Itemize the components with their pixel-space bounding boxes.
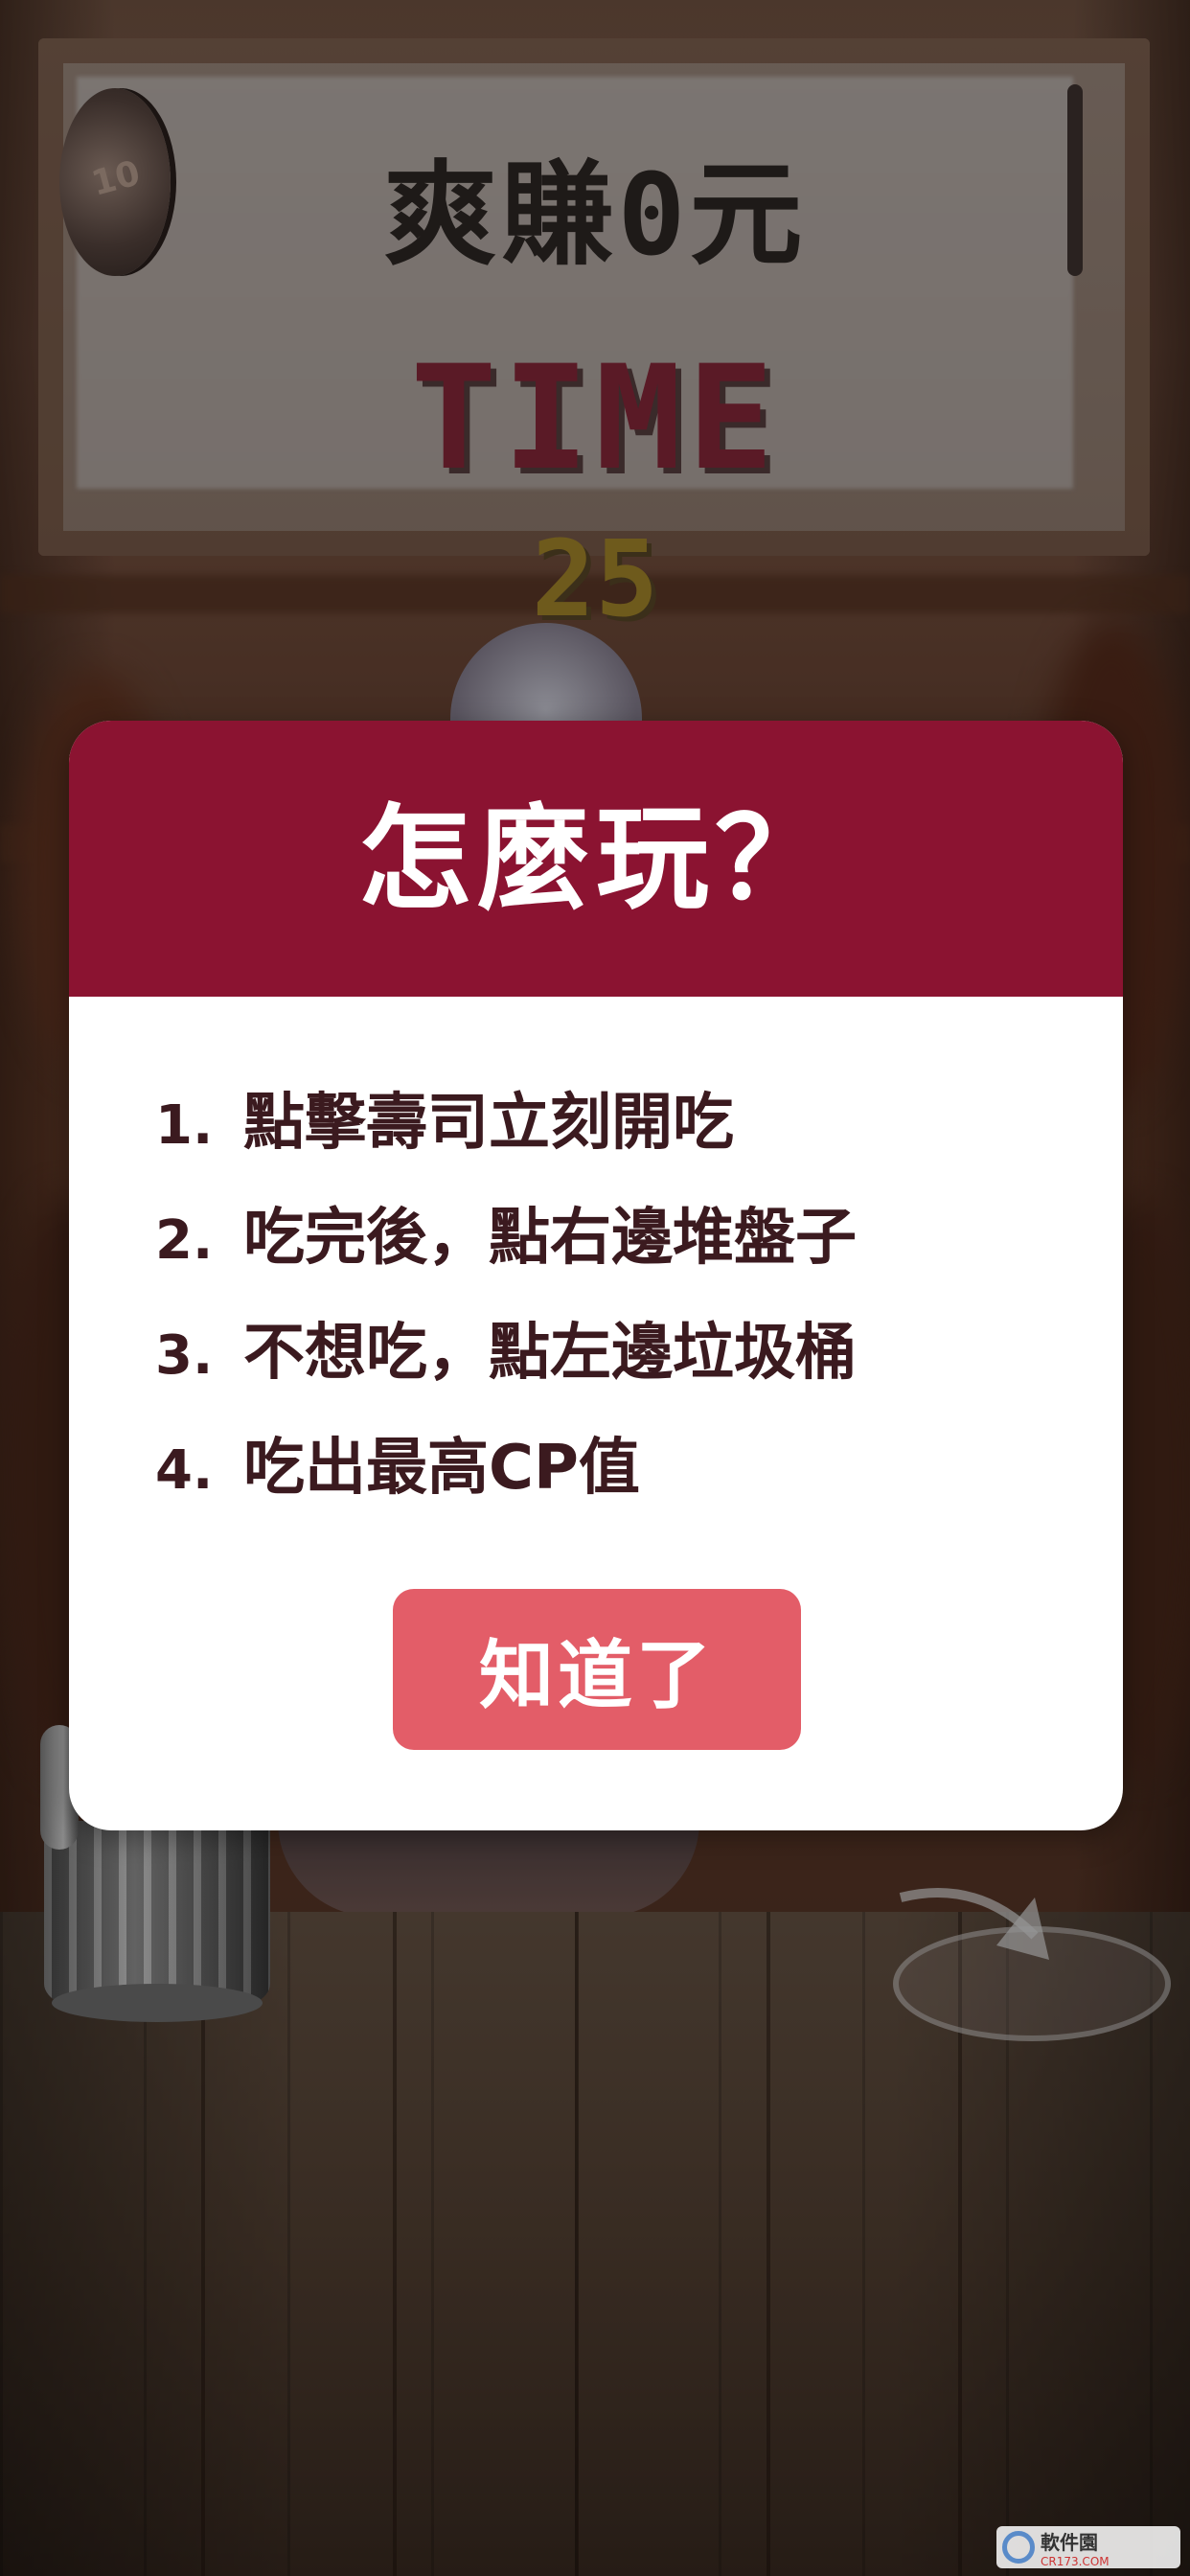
trash-can-base [52, 1984, 263, 2022]
watermark-subtext: CR173.COM [1041, 2554, 1110, 2568]
rules-list: 1. 點擊壽司立刻開吃 2. 吃完後，點右邊堆盤子 3. 不想吃，點左邊垃圾桶 … [155, 1073, 1094, 1533]
rule-number: 2. [155, 1209, 214, 1272]
rule-item: 4. 吃出最高CP值 [155, 1418, 1094, 1533]
rule-item: 2. 吃完後，點右邊堆盤子 [155, 1188, 1094, 1303]
watermark: 軟件園 CR173.COM [996, 2526, 1180, 2568]
rule-item: 3. 不想吃，點左邊垃圾桶 [155, 1303, 1094, 1418]
rule-text: 不想吃，點左邊垃圾桶 [243, 1318, 857, 1389]
rule-item: 1. 點擊壽司立刻開吃 [155, 1073, 1094, 1188]
rule-text: 吃出最高CP值 [243, 1433, 640, 1504]
rule-text: 點擊壽司立刻開吃 [243, 1088, 734, 1159]
rule-text: 吃完後，點右邊堆盤子 [243, 1203, 857, 1274]
time-remaining: 25 [531, 518, 659, 640]
how-to-play-dialog: 怎麼玩？ 1. 點擊壽司立刻開吃 2. 吃完後，點右邊堆盤子 3. 不想吃，點左… [69, 721, 1123, 1830]
plate-stack-target-icon[interactable] [891, 1878, 1179, 2051]
rule-number: 3. [155, 1324, 214, 1387]
watermark-text: 軟件園 [1041, 2530, 1098, 2554]
dialog-header: 怎麼玩？ [69, 721, 1123, 997]
dialog-title: 怎麼玩？ [357, 793, 834, 925]
earnings-counter: 爽賺0元 [383, 149, 807, 281]
rule-number: 1. [155, 1094, 214, 1157]
got-it-button[interactable]: 知道了 [393, 1589, 801, 1750]
time-label: TIME [410, 335, 780, 502]
rule-number: 4. [155, 1439, 214, 1502]
curved-arrow-icon [899, 1888, 1049, 1960]
plate-edge-icon [1067, 84, 1083, 276]
watermark-logo-icon [1002, 2531, 1035, 2564]
